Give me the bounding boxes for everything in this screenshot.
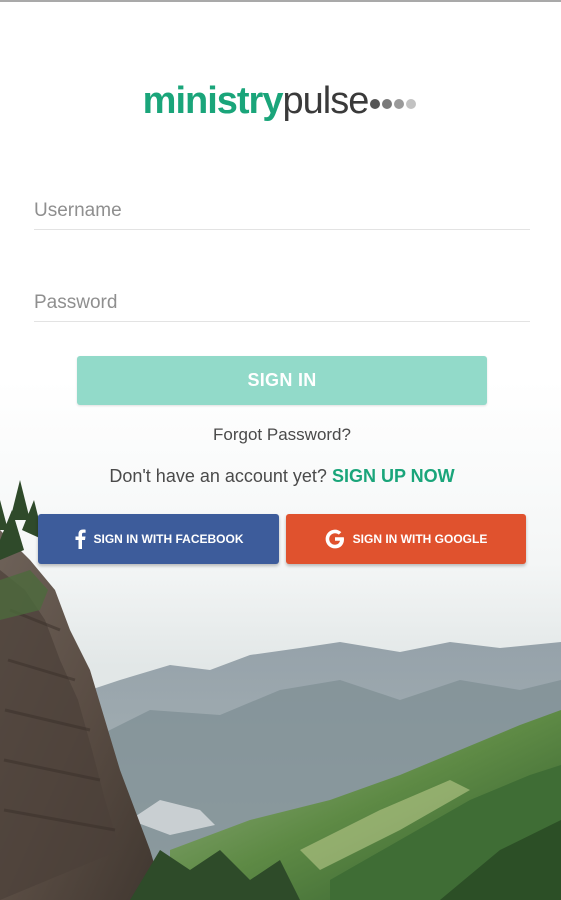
sign-in-button[interactable]: SIGN IN bbox=[77, 356, 487, 405]
google-sign-in-button[interactable]: SIGN IN WITH GOOGLE bbox=[286, 514, 526, 564]
password-field-container bbox=[34, 276, 530, 322]
logo-light-text: pulse bbox=[282, 80, 369, 122]
app-logo: ministrypulse bbox=[0, 80, 561, 130]
google-icon bbox=[325, 529, 345, 549]
background-landscape bbox=[0, 380, 561, 900]
facebook-sign-in-button[interactable]: SIGN IN WITH FACEBOOK bbox=[38, 514, 279, 564]
facebook-icon bbox=[74, 529, 86, 549]
username-input[interactable] bbox=[34, 184, 530, 229]
username-field-container bbox=[34, 184, 530, 230]
top-border bbox=[0, 0, 561, 2]
logo-dots bbox=[370, 81, 418, 124]
logo-dot bbox=[370, 99, 381, 110]
logo-dot bbox=[394, 99, 405, 110]
logo-dot bbox=[406, 99, 417, 110]
logo-dot bbox=[382, 99, 393, 110]
no-account-text: Don't have an account yet? bbox=[109, 466, 327, 486]
password-input[interactable] bbox=[34, 276, 530, 321]
signup-prompt: Don't have an account yet? SIGN UP NOW bbox=[0, 466, 561, 487]
forgot-password-link[interactable]: Forgot Password? bbox=[0, 425, 561, 445]
google-button-label: SIGN IN WITH GOOGLE bbox=[352, 532, 488, 546]
sign-up-link[interactable]: SIGN UP NOW bbox=[332, 466, 455, 486]
logo-bold-text: ministry bbox=[142, 80, 284, 122]
facebook-button-label: SIGN IN WITH FACEBOOK bbox=[93, 532, 244, 546]
